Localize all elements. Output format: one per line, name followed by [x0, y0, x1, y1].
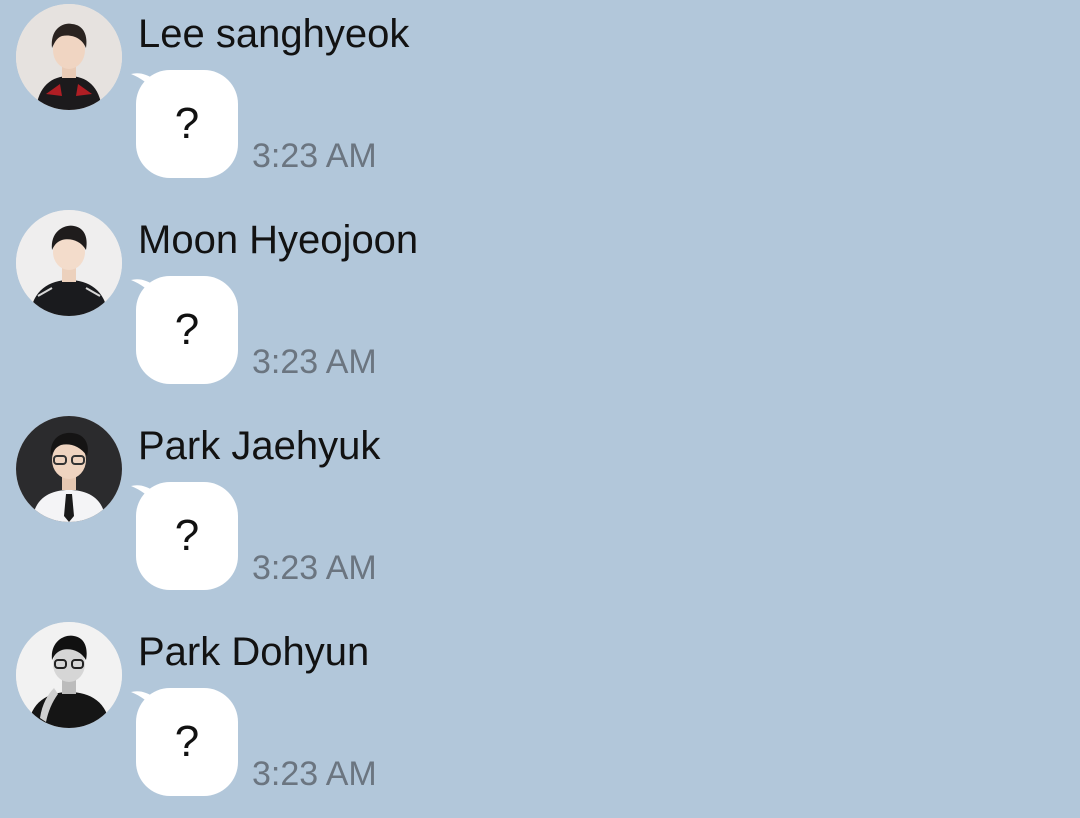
sender-name: Park Jaehyuk [138, 424, 381, 468]
avatar[interactable] [16, 210, 122, 316]
message-timestamp: 3:23 AM [252, 343, 377, 381]
message-text: ? [174, 717, 200, 766]
message-timestamp: 3:23 AM [252, 137, 377, 175]
profile-photo-icon [16, 622, 122, 728]
chat-message: Moon Hyeojoon ? 3:23 AM [0, 206, 1080, 406]
message-bubble[interactable]: ? [136, 688, 238, 796]
profile-photo-icon [16, 416, 122, 522]
sender-name: Moon Hyeojoon [138, 218, 419, 262]
chat-message: Park Jaehyuk ? 3:23 AM [0, 412, 1080, 612]
message-timestamp: 3:23 AM [252, 549, 377, 587]
avatar[interactable] [16, 4, 122, 110]
chat-message: Park Dohyun ? 3:23 AM [0, 618, 1080, 818]
profile-photo-icon [16, 4, 122, 110]
chat-message: Lee sanghyeok ? 3:23 AM [0, 0, 1080, 200]
avatar[interactable] [16, 416, 122, 522]
avatar[interactable] [16, 622, 122, 728]
message-text: ? [174, 511, 200, 560]
chat-message-list: Lee sanghyeok ? 3:23 AM Moon Hyeojoon ? … [0, 0, 1080, 818]
profile-photo-icon [16, 210, 122, 316]
message-bubble[interactable]: ? [136, 276, 238, 384]
message-timestamp: 3:23 AM [252, 755, 377, 793]
message-bubble[interactable]: ? [136, 482, 238, 590]
message-bubble[interactable]: ? [136, 70, 238, 178]
sender-name: Park Dohyun [138, 630, 370, 674]
sender-name: Lee sanghyeok [138, 12, 410, 56]
message-text: ? [174, 99, 200, 148]
message-text: ? [174, 305, 200, 354]
